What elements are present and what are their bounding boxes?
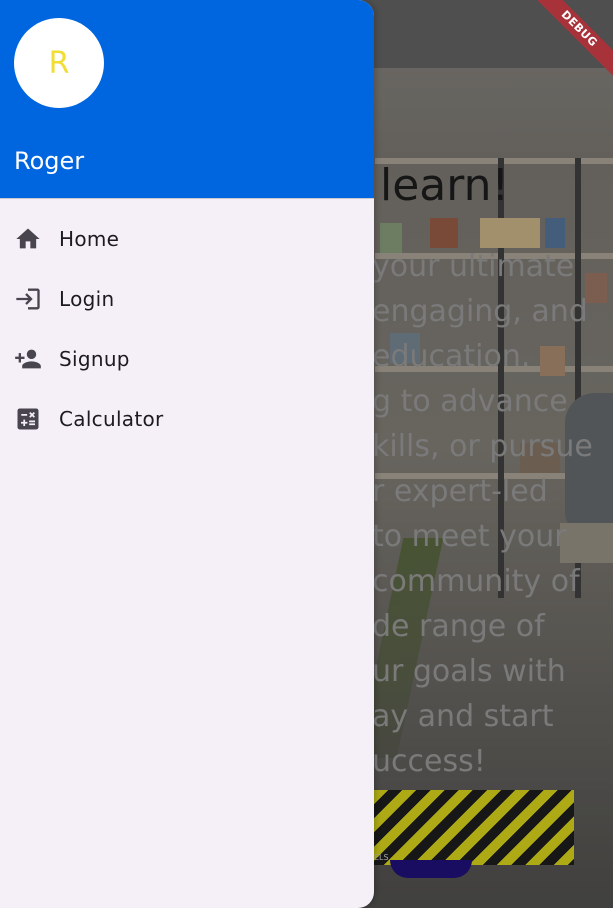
navigation-drawer: R Roger Home Login Signup Calculator <box>0 0 374 908</box>
drawer-item-signup[interactable]: Signup <box>0 329 374 389</box>
drawer-item-label: Signup <box>59 347 130 371</box>
home-icon <box>14 225 42 253</box>
person-add-icon <box>14 345 42 373</box>
drawer-header: R Roger <box>0 0 374 199</box>
drawer-menu: Home Login Signup Calculator <box>0 209 374 449</box>
drawer-item-calculator[interactable]: Calculator <box>0 389 374 449</box>
drawer-item-home[interactable]: Home <box>0 209 374 269</box>
debug-banner-container: DEBUG <box>533 0 613 80</box>
avatar-initial: R <box>48 45 70 81</box>
account-name: Roger <box>14 147 85 175</box>
drawer-item-login[interactable]: Login <box>0 269 374 329</box>
drawer-item-label: Login <box>59 287 115 311</box>
drawer-item-label: Home <box>59 227 120 251</box>
account-avatar[interactable]: R <box>14 18 104 108</box>
drawer-item-label: Calculator <box>59 407 164 431</box>
debug-banner: DEBUG <box>533 0 613 78</box>
login-icon <box>14 285 42 313</box>
calculate-icon <box>14 405 42 433</box>
